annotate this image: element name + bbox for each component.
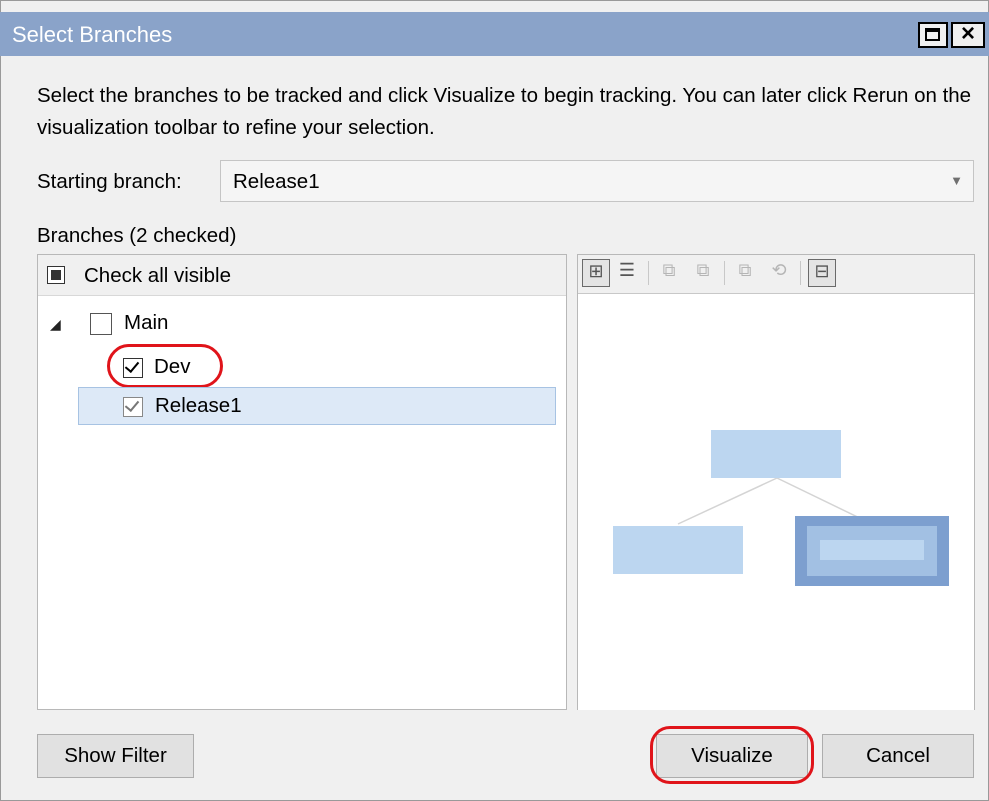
- chevron-down-icon[interactable]: ▼: [950, 173, 963, 188]
- dev-annotation-highlight: [107, 344, 223, 388]
- close-icon: ×: [960, 20, 975, 47]
- expand-icon[interactable]: ⧉: [656, 259, 684, 287]
- release1-checkbox[interactable]: [123, 397, 143, 417]
- tree-view-icon[interactable]: ⊞: [582, 259, 610, 287]
- starting-branch-label: Starting branch:: [37, 170, 182, 193]
- check-all-label: Check all visible: [84, 264, 231, 287]
- visualize-annotation-highlight: [650, 726, 814, 784]
- checklist-icon[interactable]: ☰: [614, 259, 642, 287]
- check-all-checkbox[interactable]: [47, 266, 65, 284]
- starting-branch-combo[interactable]: Release1 ▼: [220, 160, 974, 202]
- branch-diagram: [613, 430, 949, 586]
- layout-icon[interactable]: ⊟: [808, 259, 836, 287]
- toolbar-separator: [800, 261, 801, 285]
- visualization-canvas: [578, 293, 974, 710]
- window-title: Select Branches: [12, 22, 173, 47]
- branch-node-release1-core: [820, 540, 924, 560]
- starting-branch-value: Release1: [233, 170, 320, 193]
- title-bar: Select Branches ×: [0, 12, 989, 56]
- tree-item-release1: Release1: [155, 394, 242, 417]
- expand-collapse-icon[interactable]: ◢: [50, 316, 61, 333]
- rerun-icon[interactable]: ⟲: [766, 259, 794, 287]
- tree-item-main[interactable]: Main: [124, 311, 168, 335]
- maximize-button[interactable]: [918, 22, 948, 48]
- maximize-icon: [925, 28, 940, 41]
- toolbar-separator: [724, 261, 725, 285]
- zoom-icon[interactable]: ⧉: [732, 259, 760, 287]
- close-button[interactable]: ×: [951, 20, 985, 48]
- show-filter-button[interactable]: Show Filter: [37, 734, 194, 778]
- collapse-icon[interactable]: ⧉: [690, 259, 718, 287]
- main-checkbox[interactable]: [90, 313, 112, 335]
- branches-tree: Check all visible ◢ Main Dev Release1: [37, 254, 567, 710]
- visualization-preview: ⊞ ☰ ⧉ ⧉ ⧉ ⟲ ⊟: [577, 254, 975, 710]
- toolbar-separator: [648, 261, 649, 285]
- cancel-button[interactable]: Cancel: [822, 734, 974, 778]
- tree-item-release1-row[interactable]: Release1: [78, 387, 556, 425]
- branches-label: Branches (2 checked): [37, 224, 237, 247]
- branch-node-main[interactable]: [711, 430, 841, 478]
- branch-node-dev[interactable]: [613, 526, 743, 574]
- select-branches-dialog: Select Branches × Select the branches to…: [0, 0, 989, 801]
- instructions-text: Select the branches to be tracked and cl…: [37, 84, 972, 139]
- connector-line: [677, 477, 778, 525]
- check-all-row[interactable]: Check all visible: [38, 255, 566, 296]
